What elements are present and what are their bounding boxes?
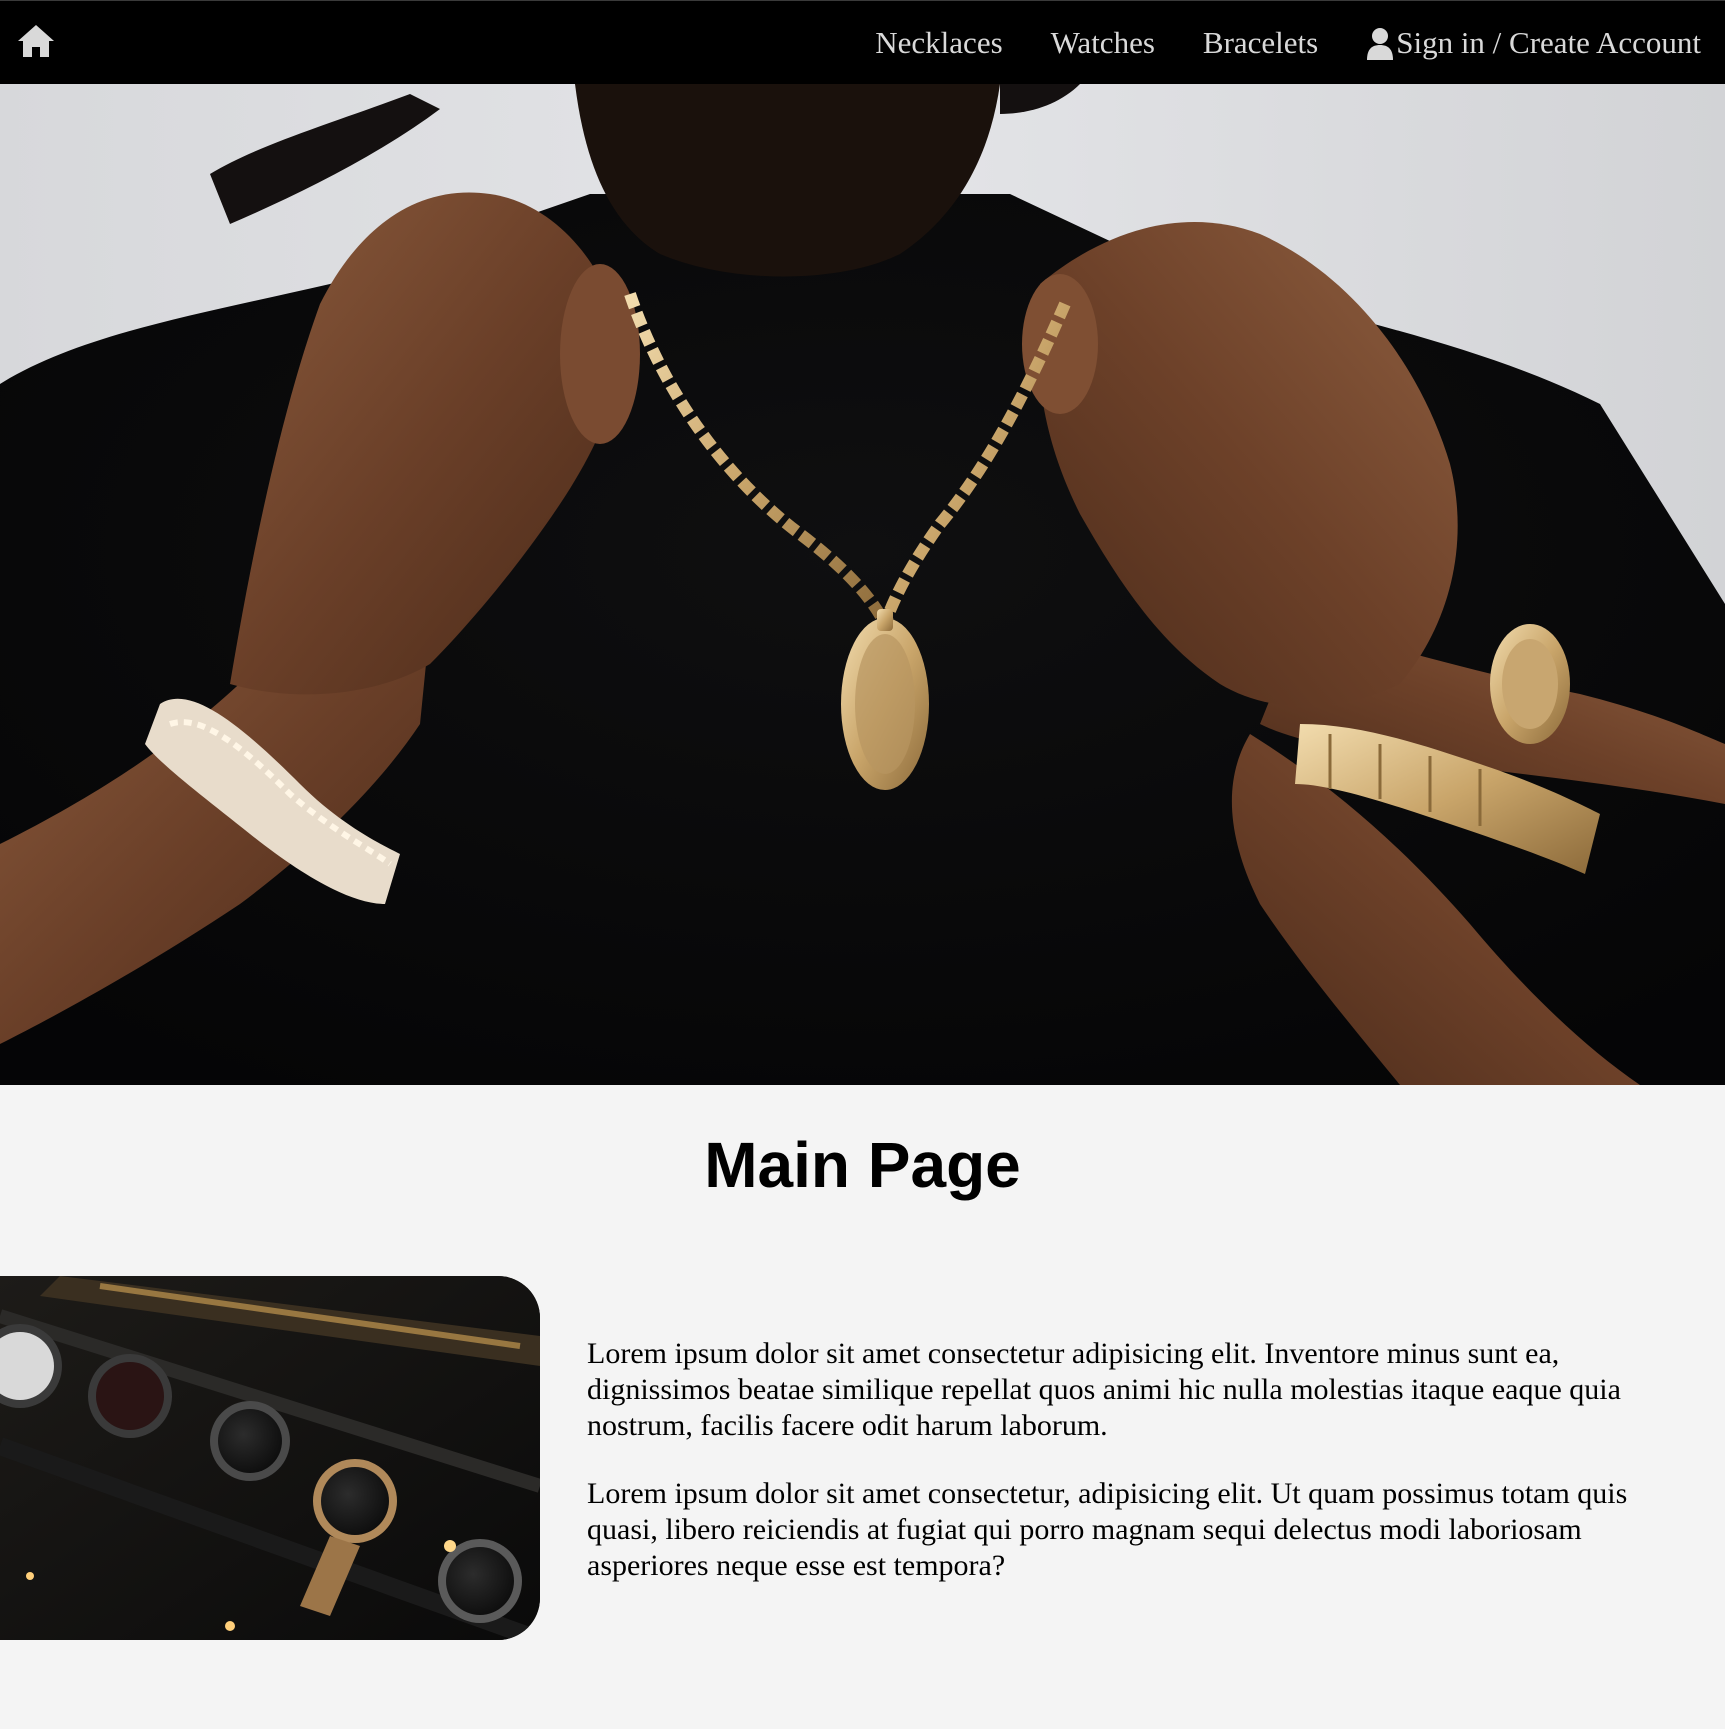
nav-links: Necklaces Watches Bracelets Sign in / Cr… — [827, 1, 1701, 85]
user-icon — [1366, 27, 1394, 60]
sign-in-link[interactable]: Sign in / Create Account — [1366, 25, 1701, 61]
home-icon — [18, 25, 54, 57]
paragraph-2: Lorem ipsum dolor sit amet consectetur, … — [587, 1477, 1628, 1582]
nav-link-bracelets[interactable]: Bracelets — [1203, 25, 1318, 61]
page-title: Main Page — [704, 1129, 1021, 1201]
sign-in-label: Sign in / Create Account — [1396, 25, 1701, 60]
watches-image — [0, 1276, 540, 1640]
top-navbar: Necklaces Watches Bracelets Sign in / Cr… — [0, 0, 1725, 84]
nav-link-watches[interactable]: Watches — [1051, 25, 1155, 61]
home-link[interactable] — [16, 23, 56, 61]
hero-image — [0, 84, 1725, 1085]
nav-link-necklaces[interactable]: Necklaces — [875, 25, 1002, 61]
paragraph-1: Lorem ipsum dolor sit amet consectetur a… — [587, 1337, 1621, 1442]
intro-text: Lorem ipsum dolor sit amet consectetur a… — [587, 1336, 1677, 1616]
